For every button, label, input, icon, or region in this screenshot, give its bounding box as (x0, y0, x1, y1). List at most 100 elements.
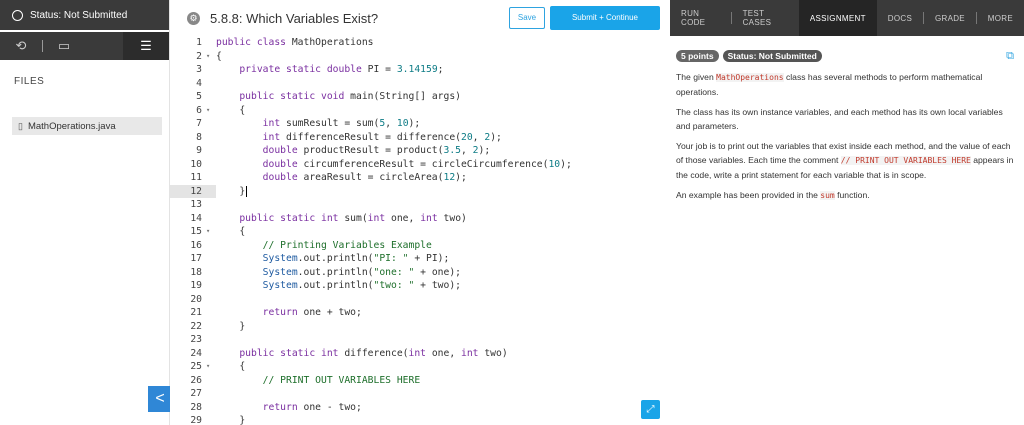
tab-assignment[interactable]: ASSIGNMENT (798, 0, 877, 36)
code-line[interactable]: 11 double areaResult = circleArea(12); (170, 171, 670, 185)
code-token: MathOperations (291, 37, 374, 48)
code-line[interactable]: 13 (170, 198, 670, 212)
code-line[interactable]: 26 // PRINT OUT VARIABLES HERE (170, 374, 670, 388)
code-token: double (262, 158, 304, 170)
code-line[interactable]: 24 public static int difference(int one,… (170, 347, 670, 361)
sync-icon[interactable]: ⟲ (0, 38, 42, 54)
assignment-description: The given MathOperations class has sever… (670, 62, 1024, 203)
line-number: 17 (190, 253, 202, 264)
save-button[interactable]: Save (509, 7, 545, 29)
code-line[interactable]: 6 ▾ { (170, 104, 670, 118)
code-line[interactable]: 5 public static void main(String[] args) (170, 90, 670, 104)
right-panel: RUN CODE TEST CASES ASSIGNMENT DOCS GRADE MOR… (670, 0, 1024, 425)
fold-gutter (206, 333, 216, 347)
code-text: } (216, 320, 670, 334)
line-number: 10 (190, 158, 202, 170)
tab-run-code[interactable]: RUN CODE (670, 0, 731, 36)
fold-arrow-icon[interactable]: ▾ (206, 360, 216, 374)
line-number: 14 (190, 212, 202, 224)
code-line[interactable]: 3 private static double PI = 3.14159; (170, 63, 670, 77)
line-number: 18 (190, 266, 202, 278)
external-link-icon[interactable]: ⧉ (1006, 50, 1014, 63)
code-line[interactable]: 20 (170, 293, 670, 307)
code-line[interactable]: 18 System.out.println("one: " + one); (170, 266, 670, 280)
code-line[interactable]: 8 int differenceResult = difference(20, … (170, 131, 670, 145)
code-text: { (216, 225, 670, 239)
settings-gear-icon[interactable]: ⚙ (187, 11, 200, 25)
code-text: } (216, 414, 670, 425)
list-icon[interactable]: ☰ (123, 32, 169, 60)
code-token: System (262, 280, 298, 291)
status-bar[interactable]: Status: Not Submitted (0, 0, 169, 30)
line-number: 23 (190, 334, 202, 345)
inline-code: // PRINT OUT VARIABLES HERE (840, 156, 971, 165)
code-line[interactable]: 29 } (170, 414, 670, 425)
code-token: areaResult = circleArea( (303, 172, 444, 183)
code-line[interactable]: 19 System.out.println("two: " + two); (170, 279, 670, 293)
fold-gutter (206, 401, 216, 415)
code-line[interactable]: 1 public class MathOperations (170, 36, 670, 50)
collapse-sidebar-button[interactable]: < (148, 386, 172, 412)
code-line[interactable]: 25 ▾ { (170, 360, 670, 374)
fold-gutter (206, 144, 216, 158)
code-token: differenceResult = difference( (286, 131, 461, 143)
fold-gutter (206, 266, 216, 280)
fold-gutter (206, 239, 216, 253)
file-item[interactable]: ▯ MathOperations.java (12, 117, 162, 135)
code-text: int sumResult = sum(5, 10); (216, 117, 670, 131)
desc-paragraph-2: The class has its own instance variables… (676, 107, 1003, 131)
code-line[interactable]: 14 public static int sum(int one, int tw… (170, 212, 670, 226)
fold-arrow-icon[interactable]: ▾ (206, 104, 216, 118)
code-line[interactable]: 16 // Printing Variables Example (170, 239, 670, 253)
code-token: ); (455, 172, 467, 183)
tab-docs[interactable]: DOCS (877, 0, 923, 36)
submit-continue-button[interactable]: Submit + Continue (550, 6, 660, 30)
code-line[interactable]: 23 (170, 333, 670, 347)
code-text: double productResult = product(3.5, 2); (216, 144, 670, 158)
code-line[interactable]: 21 return one + two; (170, 306, 670, 320)
code-line[interactable]: 22 } (170, 320, 670, 334)
code-line[interactable]: 10 double circumferenceResult = circleCi… (170, 158, 670, 172)
code-token: int (408, 347, 432, 359)
desc-text: The given (676, 72, 717, 82)
desc-paragraph-1: The given MathOperations class has sever… (676, 70, 1018, 99)
code-token: double (262, 172, 304, 183)
code-line[interactable]: 27 (170, 387, 670, 401)
fold-gutter (206, 117, 216, 131)
code-line[interactable]: 2 ▾{ (170, 50, 670, 64)
code-token: , (472, 131, 485, 143)
expand-icon[interactable]: ⤢ (641, 400, 660, 419)
code-line[interactable]: 7 int sumResult = sum(5, 10); (170, 117, 670, 131)
fold-gutter (206, 387, 216, 401)
status-text: Status: Not Submitted (30, 9, 128, 21)
code-editor[interactable]: 1 public class MathOperations 2 ▾{3 private… (170, 36, 670, 425)
code-line[interactable]: 9 double productResult = product(3.5, 2)… (170, 144, 670, 158)
fold-gutter (206, 63, 216, 77)
line-number: 2 (196, 50, 202, 62)
tab-test-cases[interactable]: TEST CASES (732, 0, 799, 36)
code-line[interactable]: 12 } (170, 184, 670, 198)
fold-arrow-icon[interactable]: ▾ (206, 225, 216, 239)
code-token: public class (216, 37, 292, 48)
fold-arrow-icon[interactable]: ▾ (206, 50, 216, 64)
code-token: two) (443, 212, 467, 224)
code-token: .out.println( (297, 266, 374, 278)
code-line[interactable]: 17 System.out.println("PI: " + PI); (170, 252, 670, 266)
code-token: "two: " (373, 280, 415, 291)
code-line[interactable]: 4 (170, 77, 670, 91)
code-token: return (262, 307, 304, 318)
tab-more[interactable]: MORE (977, 0, 1024, 36)
line-number: 21 (190, 307, 202, 318)
tab-grade[interactable]: GRADE (924, 0, 976, 36)
code-line[interactable]: 28 return one - two; (170, 401, 670, 415)
desc-text: An example has been provided in the (676, 190, 821, 200)
code-token: int (420, 212, 444, 224)
calendar-icon[interactable]: ▭ (43, 38, 85, 54)
code-line[interactable]: 15 ▾ { (170, 225, 670, 239)
